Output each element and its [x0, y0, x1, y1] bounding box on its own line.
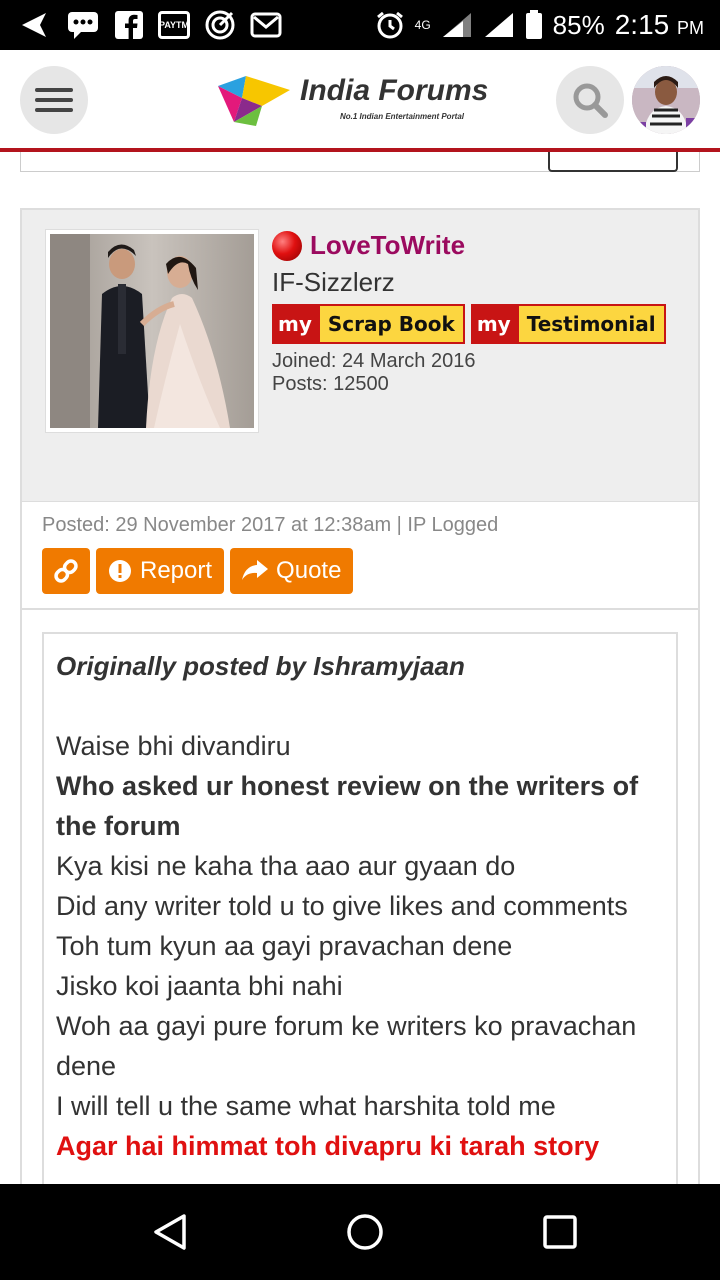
previous-post-button[interactable]: [548, 152, 678, 172]
quote-line: Jisko koi jaanta bhi nahi: [56, 971, 343, 1001]
navigation-bar: [0, 1184, 720, 1280]
join-date: Joined: 24 March 2016: [272, 350, 476, 372]
quote-body: Waise bhi divandiru Who asked ur honest r…: [56, 726, 664, 1166]
author-username[interactable]: LoveToWrite: [310, 230, 465, 260]
report-button[interactable]: Report: [96, 548, 225, 594]
app-header: India Forums No.1 Indian Entertainment P…: [0, 50, 720, 150]
badge-my: my: [278, 312, 312, 336]
testimonial-button[interactable]: my Testimonial: [470, 304, 666, 344]
share-arrow-icon: [242, 560, 269, 580]
quote-line: Agar hai himmat toh divapru ki tarah sto…: [56, 1131, 600, 1161]
chat-icon: [66, 10, 100, 40]
author-badges: my Scrap Book my Testimonial: [272, 304, 692, 344]
logo-tagline: No.1 Indian Entertainment Portal: [340, 112, 465, 121]
quote-line: I will tell u the same what harshita tol…: [56, 1091, 556, 1121]
nav-back-icon[interactable]: [150, 1212, 190, 1252]
online-status-icon: [272, 230, 302, 261]
mail-icon: [250, 11, 282, 39]
author-photo[interactable]: [45, 229, 259, 433]
search-icon: [573, 83, 608, 118]
facebook-icon: [114, 10, 144, 40]
clock: 2:15 PM: [614, 9, 704, 40]
menu-bar: [35, 108, 73, 112]
logo-title: India Forums: [300, 74, 489, 107]
alert-icon: [109, 560, 131, 582]
author-group: IF-Sizzlerz: [272, 267, 395, 297]
paytm-icon: PAYTM: [158, 11, 190, 39]
hamburger-menu-button[interactable]: [20, 66, 88, 134]
logo-mark-icon: [218, 76, 290, 126]
quote-button[interactable]: Quote: [230, 548, 354, 594]
quote-line: Who asked ur honest review on the writer…: [56, 771, 639, 841]
signal-icon: [441, 11, 473, 39]
scrapbook-button[interactable]: my Scrap Book: [272, 304, 465, 344]
quote-line: Kya kisi ne kaha tha aao aur gyaan do: [56, 851, 516, 881]
target-icon: [204, 9, 236, 41]
back-arrow-icon: [16, 9, 52, 41]
link-icon: [54, 559, 78, 583]
permalink-button[interactable]: [42, 548, 90, 594]
quote-label: Quote: [276, 557, 342, 584]
quote-author: Originally posted by Ishramyjaan: [56, 651, 465, 681]
author-panel: LoveToWrite IF-Sizzlerz my Scrap Book my…: [22, 210, 698, 502]
badge-label: Testimonial: [518, 306, 664, 342]
search-button[interactable]: [556, 66, 624, 134]
badge-my: my: [476, 312, 511, 336]
report-label: Report: [140, 557, 213, 584]
post-actions: Report Quote: [42, 548, 354, 594]
quote-line: Did any writer told u to give likes and …: [56, 891, 628, 921]
author-info: LoveToWrite IF-Sizzlerz my Scrap Book my…: [272, 230, 692, 396]
quote-line: Toh tum kyun aa gayi pravachan dene: [56, 931, 513, 961]
alarm-icon: [375, 10, 405, 40]
nav-recents-icon[interactable]: [540, 1212, 580, 1252]
nav-home-icon[interactable]: [345, 1212, 385, 1252]
post-count: Posts: 12500: [272, 373, 389, 395]
network-label: 4G: [414, 18, 431, 32]
battery-percent: 85%: [552, 9, 605, 40]
menu-bar: [35, 98, 73, 102]
badge-label: Scrap Book: [319, 306, 463, 342]
quoted-message: Originally posted by Ishramyjaan Waise b…: [42, 632, 678, 1232]
battery-icon: [525, 10, 543, 40]
user-avatar[interactable]: [632, 66, 700, 134]
post-meta: Posted: 29 November 2017 at 12:38am | IP…: [22, 502, 698, 610]
quote-line: Woh aa gayi pure forum ke writers ko pra…: [56, 1011, 637, 1081]
menu-bar: [35, 88, 73, 92]
status-bar: PAYTM 4G 85% 2:15 PM: [0, 0, 720, 50]
signal-icon-2: [483, 11, 515, 39]
logo[interactable]: India Forums No.1 Indian Entertainment P…: [212, 68, 512, 132]
posted-timestamp: Posted: 29 November 2017 at 12:38am | IP…: [42, 514, 499, 536]
quote-line: Waise bhi divandiru: [56, 731, 291, 761]
forum-post: LoveToWrite IF-Sizzlerz my Scrap Book my…: [20, 208, 700, 1232]
